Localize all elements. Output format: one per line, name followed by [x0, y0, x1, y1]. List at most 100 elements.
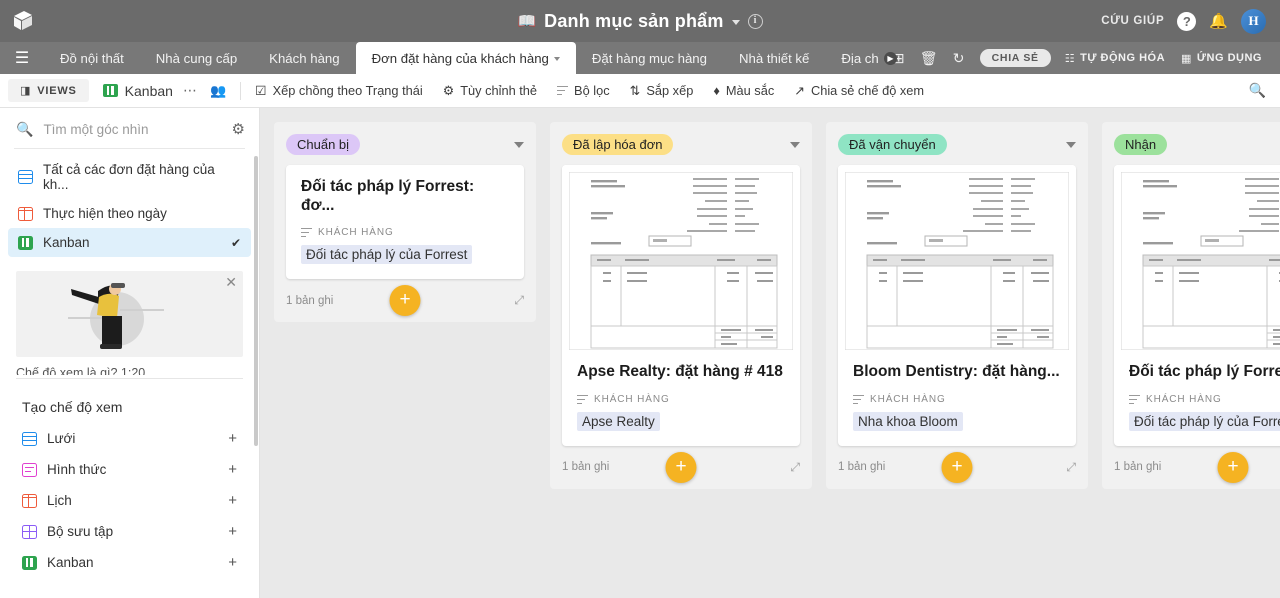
bell-icon[interactable]: 🔔 — [1209, 12, 1228, 30]
customize-cards-button[interactable]: ⚙ Tùy chỉnh thẻ — [443, 83, 537, 99]
chevron-down-icon[interactable] — [553, 57, 560, 61]
check-icon: ✔ — [230, 235, 241, 250]
tab-do-noi-that[interactable]: Đồ nội thất — [44, 42, 140, 74]
app-logo[interactable] — [0, 10, 46, 32]
info-icon[interactable]: i — [747, 13, 763, 29]
paint-icon: ♦ — [713, 83, 720, 98]
column-footer: 1 bản ghi + ⤢ — [550, 446, 812, 489]
add-record-button[interactable]: + — [389, 285, 421, 317]
avatar[interactable]: H — [1241, 8, 1266, 34]
status-badge[interactable]: Đã vận chuyển — [838, 134, 947, 155]
apps-icon: ▦ — [1181, 52, 1192, 65]
add-record-button[interactable]: + — [1217, 451, 1249, 483]
sidebar-item-due-by-date[interactable]: Thực hiện theo ngày — [8, 199, 251, 228]
kanban-card[interactable]: Đối tác pháp lý Forrest: đơ... KHÁCH HÀN… — [286, 165, 524, 280]
chevron-right-icon[interactable]: ▶ — [884, 52, 897, 65]
search-icon: 🔍 — [16, 120, 34, 137]
expand-icon[interactable]: ⤢ — [1066, 460, 1076, 475]
status-badge[interactable]: Chuẩn bị — [286, 134, 361, 155]
search-input[interactable] — [43, 121, 222, 137]
color-button[interactable]: ♦ Màu sắc — [713, 83, 774, 98]
create-view-gallery[interactable]: Bộ sưu tập + — [8, 516, 251, 547]
saved-views-list: Tất cả các đơn đặt hàng của kh... Thực h… — [0, 149, 259, 257]
share-button[interactable]: CHIA SẺ — [979, 49, 1051, 67]
close-icon[interactable]: ✕ — [225, 274, 237, 291]
invoice-attachment-thumbnail[interactable] — [1114, 165, 1280, 350]
base-title[interactable]: Danh mục sản phẩm — [544, 11, 723, 32]
expand-icon[interactable]: ⤢ — [790, 460, 800, 475]
invoice-attachment-thumbnail[interactable] — [838, 165, 1076, 350]
tab-dat-hang-muc-hang[interactable]: Đặt hàng mục hàng — [576, 42, 723, 74]
apps-button[interactable]: ▦ ỨNG DỤNG — [1173, 52, 1270, 65]
kanban-column-da-lap-hoa-don: Đã lập hóa đơn Apse Realty: đặt hàng # 4… — [550, 122, 812, 489]
question-mark-icon[interactable]: ? — [1177, 11, 1197, 31]
kanban-card[interactable]: Apse Realty: đặt hàng # 418 KHÁCH HÀNG A… — [562, 165, 800, 446]
add-icon[interactable]: + — [228, 523, 237, 540]
current-view-chip[interactable]: Kanban — [102, 83, 173, 99]
automation-button[interactable]: ☷ TỰ ĐỘNG HÓA — [1057, 52, 1173, 65]
table-tab-bar: ☰ Đồ nội thất Nhà cung cấp Khách hàng Đơ… — [0, 42, 1280, 74]
kanban-view-icon — [18, 235, 33, 250]
add-record-button[interactable]: + — [941, 451, 973, 483]
tab-don-dat-hang-cua-khach-hang[interactable]: Đơn đặt hàng của khách hàng — [355, 42, 576, 74]
gear-icon: ⚙ — [442, 82, 455, 98]
share-view-button[interactable]: ↗ Chia sẻ chế độ xem — [794, 83, 924, 99]
kanban-card[interactable]: Đối tác pháp lý Forrest: KHÁCH HÀNG Đối … — [1114, 165, 1280, 446]
card-field-label: KHÁCH HÀNG — [577, 394, 785, 405]
chevron-down-icon[interactable] — [731, 20, 740, 25]
hamburger-menu-icon[interactable]: ☰ — [0, 42, 44, 74]
share-view-label: Chia sẻ chế độ xem — [810, 83, 925, 98]
filter-button[interactable]: Bộ lọc — [557, 83, 610, 98]
tab-khach-hang[interactable]: Khách hàng — [253, 42, 355, 74]
views-toggle-button[interactable]: ◨ VIEWS — [8, 79, 89, 102]
create-view-form[interactable]: Hình thức + — [8, 454, 251, 485]
main-body: 🔍 ⚙ Tất cả các đơn đặt hàng của kh... Th… — [0, 108, 1280, 598]
promo-video-card[interactable]: ✕ Chế độ xem là gì? 1:20 — [16, 271, 243, 379]
video-thumbnail-binoculars[interactable]: ✕ — [16, 271, 243, 357]
status-badge[interactable]: Nhận — [1114, 134, 1168, 155]
add-record-button[interactable]: + — [665, 451, 697, 483]
create-view-label: Kanban — [47, 555, 94, 570]
column-header: Đã lập hóa đơn — [550, 122, 812, 165]
sidebar-item-label: Tất cả các đơn đặt hàng của kh... — [43, 162, 215, 192]
sort-button[interactable]: ⇅ Sắp xếp — [630, 83, 694, 99]
add-icon[interactable]: + — [228, 430, 237, 447]
gear-icon[interactable]: ⚙ — [232, 120, 245, 138]
kanban-card[interactable]: Bloom Dentistry: đặt hàng... KHÁCH HÀNG … — [838, 165, 1076, 446]
ellipsis-icon[interactable]: ⋯ — [183, 82, 198, 99]
add-icon[interactable]: + — [228, 492, 237, 509]
chevron-down-icon[interactable] — [514, 141, 524, 148]
add-icon[interactable]: + — [228, 461, 237, 478]
status-badge[interactable]: Đã lập hóa đơn — [562, 134, 674, 155]
expand-icon[interactable]: ⤢ — [514, 293, 524, 308]
card-field-label: KHÁCH HÀNG — [853, 394, 1061, 405]
create-view-grid[interactable]: Lưới + — [8, 423, 251, 454]
chevron-down-icon[interactable] — [790, 141, 800, 148]
people-icon[interactable]: 👥 — [210, 83, 226, 99]
tab-nha-cung-cap[interactable]: Nhà cung cấp — [140, 42, 253, 74]
card-field-value: Đối tác pháp lý của Forrest — [301, 245, 473, 265]
sidebar-item-all-orders[interactable]: Tất cả các đơn đặt hàng của kh... — [8, 155, 251, 199]
sidebar-item-kanban[interactable]: Kanban ✔ — [8, 228, 251, 257]
history-clock-icon[interactable]: ↻ — [944, 50, 974, 67]
card-body: Đối tác pháp lý Forrest: KHÁCH HÀNG Đối … — [1114, 350, 1280, 446]
tab-nha-thiet-ke[interactable]: Nhà thiết kế — [723, 42, 825, 74]
create-view-kanban[interactable]: Kanban + — [8, 547, 251, 578]
card-title: Đối tác pháp lý Forrest: đơ... — [301, 178, 475, 214]
grid-view-icon — [18, 170, 33, 184]
promo-divider — [16, 378, 243, 379]
cube-logo-icon — [14, 11, 32, 30]
help-button[interactable]: CỨU GIÚP — [1101, 15, 1164, 27]
chevron-down-icon[interactable] — [1066, 141, 1076, 148]
invoice-attachment-thumbnail[interactable] — [562, 165, 800, 350]
card-body: Apse Realty: đặt hàng # 418 KHÁCH HÀNG A… — [562, 350, 800, 446]
stack-by-button[interactable]: ☑ Xếp chồng theo Trạng thái — [255, 83, 423, 99]
search-icon[interactable]: 🔍 — [1249, 82, 1266, 99]
create-view-calendar[interactable]: Lịch + — [8, 485, 251, 516]
sidebar-scrollbar[interactable] — [254, 156, 258, 446]
tab-dia-chi[interactable]: Địa chỉ — [825, 42, 879, 74]
column-footer: 1 bản ghi + ⤢ — [1102, 446, 1280, 489]
sidebar-item-label: Thực hiện theo ngày — [43, 206, 167, 221]
add-icon[interactable]: + — [228, 554, 237, 571]
trash-icon[interactable]: 🗑 — [914, 50, 944, 67]
